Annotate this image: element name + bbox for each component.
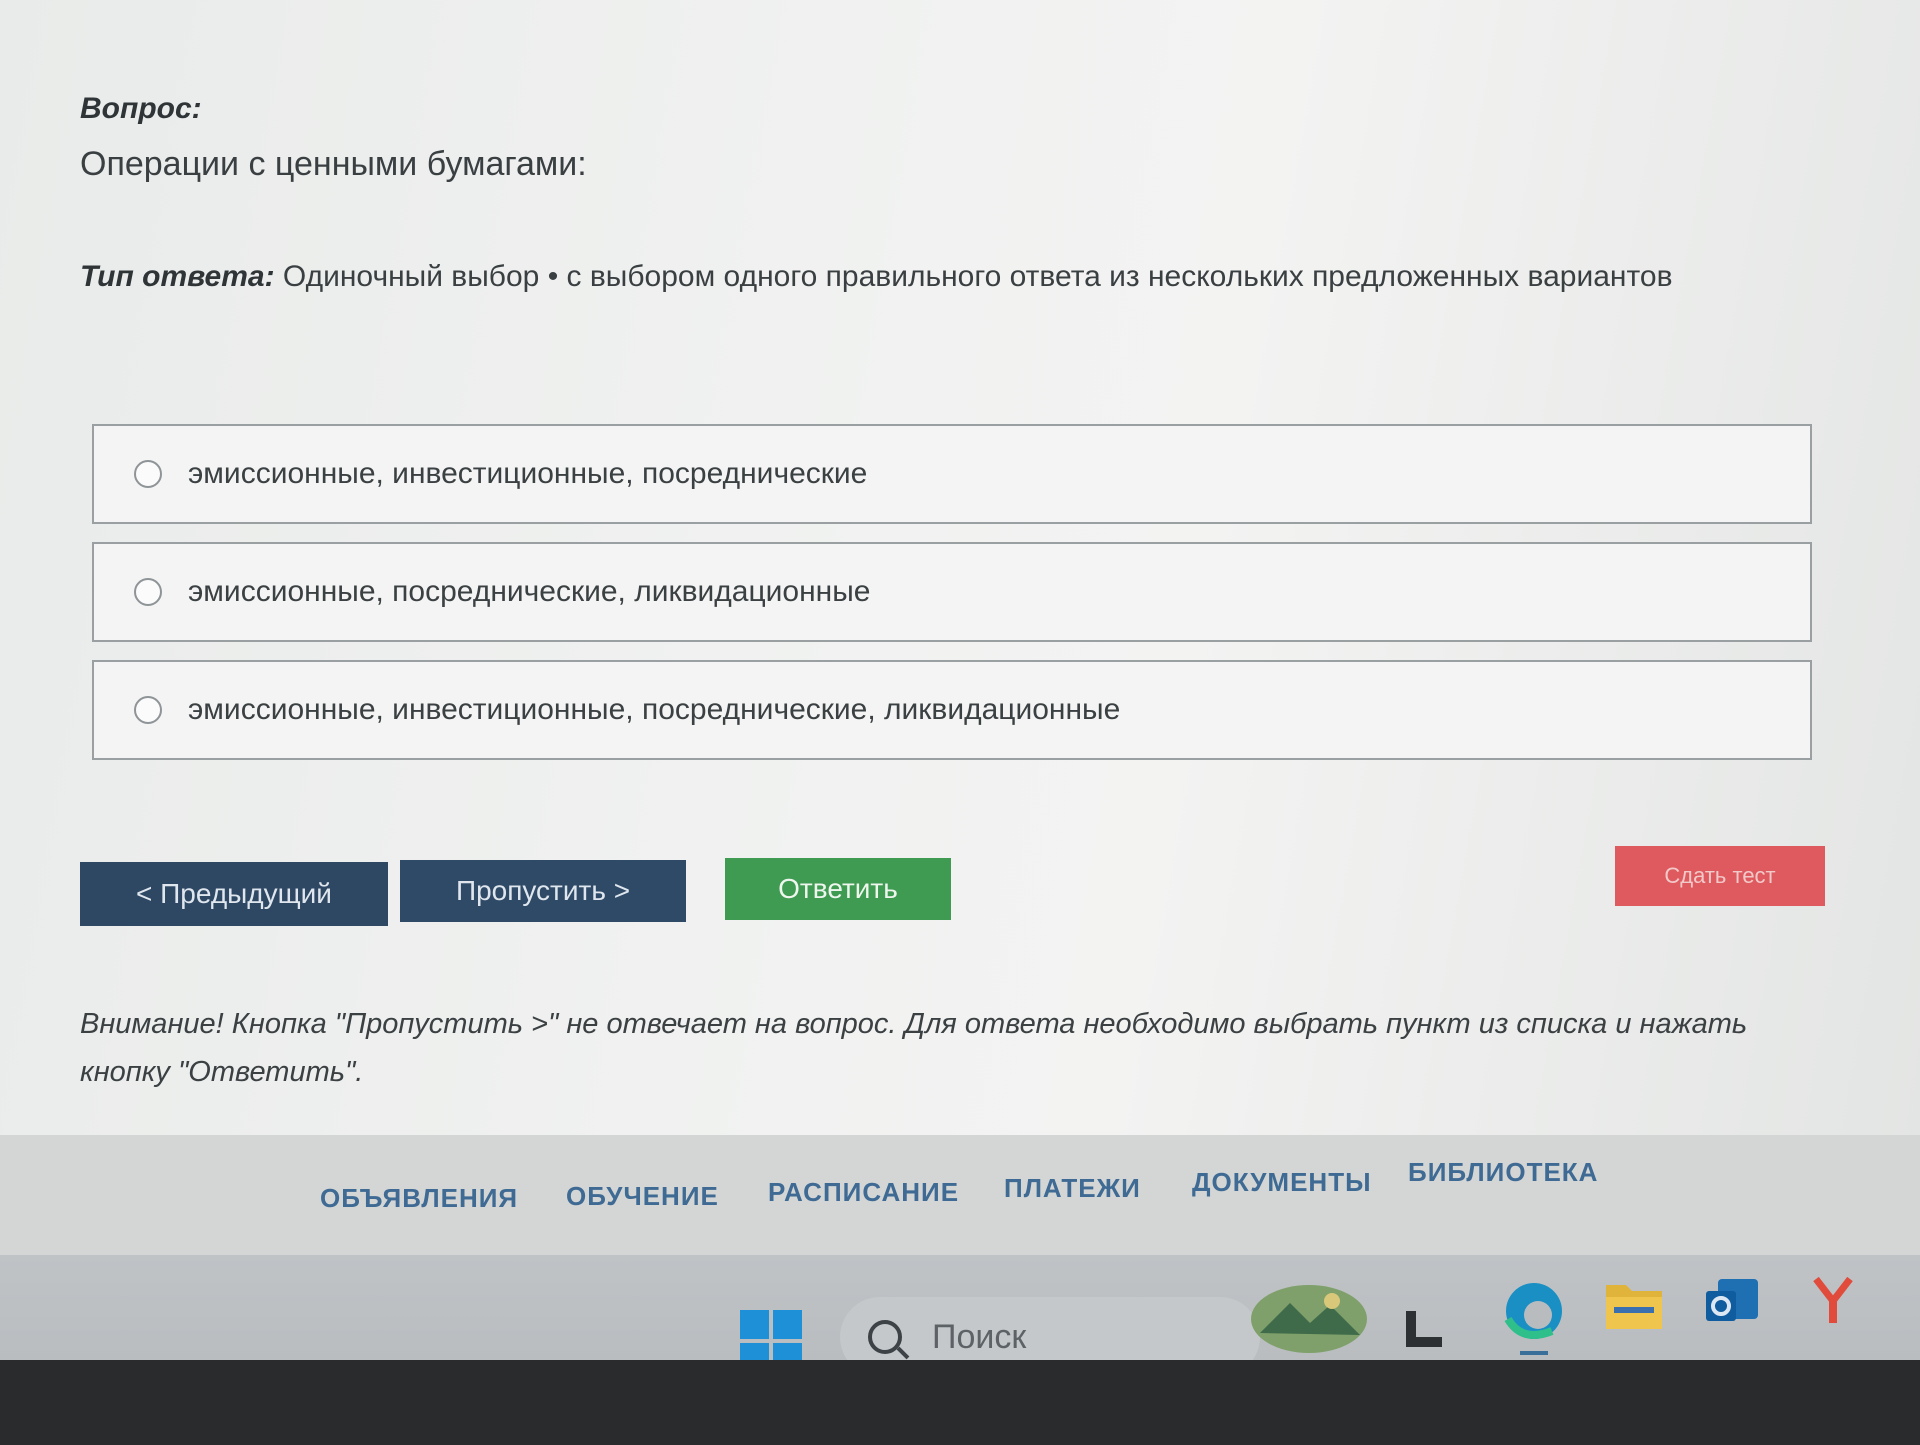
radio-button[interactable]: [134, 460, 162, 488]
outlook-icon[interactable]: [1704, 1273, 1760, 1329]
answer-option-text: эмиссионные, инвестиционные, посредничес…: [188, 457, 868, 490]
previous-button[interactable]: < Предыдущий: [80, 862, 388, 926]
question-label: Вопрос:: [80, 92, 202, 125]
answer-options: эмиссионные, инвестиционные, посредничес…: [92, 424, 1812, 778]
answer-option-text: эмиссионные, инвестиционные, посредничес…: [188, 693, 1121, 726]
skip-button[interactable]: Пропустить >: [400, 860, 686, 922]
question-text: Операции с ценными бумагами:: [80, 145, 587, 183]
edge-icon[interactable]: [1502, 1279, 1566, 1359]
nav-payments[interactable]: ПЛАТЕЖИ: [1004, 1173, 1141, 1204]
answer-button[interactable]: Ответить: [725, 858, 951, 920]
answer-type-label: Тип ответа:: [80, 260, 275, 293]
yandex-browser-icon[interactable]: [1810, 1275, 1856, 1325]
radio-button[interactable]: [134, 578, 162, 606]
warning-line-2: кнопку "Ответить".: [80, 1056, 364, 1088]
search-icon: [868, 1320, 902, 1354]
answer-option-2[interactable]: эмиссионные, посреднические, ликвидацион…: [92, 542, 1812, 642]
nav-schedule[interactable]: РАСПИСАНИЕ: [768, 1177, 959, 1208]
warning-line-1: Внимание! Кнопка "Пропустить >" не отвеч…: [80, 1008, 1748, 1040]
radio-button[interactable]: [134, 696, 162, 724]
answer-option-text: эмиссионные, посреднические, ликвидацион…: [188, 575, 871, 608]
finish-test-button[interactable]: Сдать тест: [1615, 846, 1825, 906]
taskbar: Поиск: [0, 1255, 1920, 1377]
answer-type-value: Одиночный выбор • с выбором одного прави…: [282, 260, 1673, 293]
action-buttons: < Предыдущий Пропустить > Ответить Сдать…: [80, 846, 1830, 938]
screen: Вопрос: Операции с ценными бумагами: Тип…: [0, 0, 1920, 1445]
footer-nav: ОБЪЯВЛЕНИЯ ОБУЧЕНИЕ РАСПИСАНИЕ ПЛАТЕЖИ Д…: [0, 1135, 1920, 1275]
test-question-panel: Вопрос: Операции с ценными бумагами: Тип…: [0, 0, 1920, 1140]
nav-education[interactable]: ОБУЧЕНИЕ: [566, 1181, 719, 1212]
search-text: Поиск: [932, 1317, 1027, 1356]
answer-option-1[interactable]: эмиссионные, инвестиционные, посредничес…: [92, 424, 1812, 524]
answer-option-3[interactable]: эмиссионные, инвестиционные, посредничес…: [92, 660, 1812, 760]
nav-library[interactable]: БИБЛИОТЕКА: [1408, 1157, 1598, 1188]
answer-type: Тип ответа: Одиночный выбор • с выбором …: [80, 260, 1673, 294]
warning-note: Внимание! Кнопка "Пропустить >" не отвеч…: [80, 1000, 1780, 1096]
nav-announcements[interactable]: ОБЪЯВЛЕНИЯ: [320, 1183, 518, 1214]
task-view-icon[interactable]: [1402, 1307, 1446, 1351]
landscape-widget-icon[interactable]: [1250, 1283, 1368, 1355]
monitor-bezel: [0, 1360, 1920, 1445]
file-explorer-icon[interactable]: [1604, 1277, 1664, 1333]
nav-documents[interactable]: ДОКУМЕНТЫ: [1192, 1167, 1372, 1198]
